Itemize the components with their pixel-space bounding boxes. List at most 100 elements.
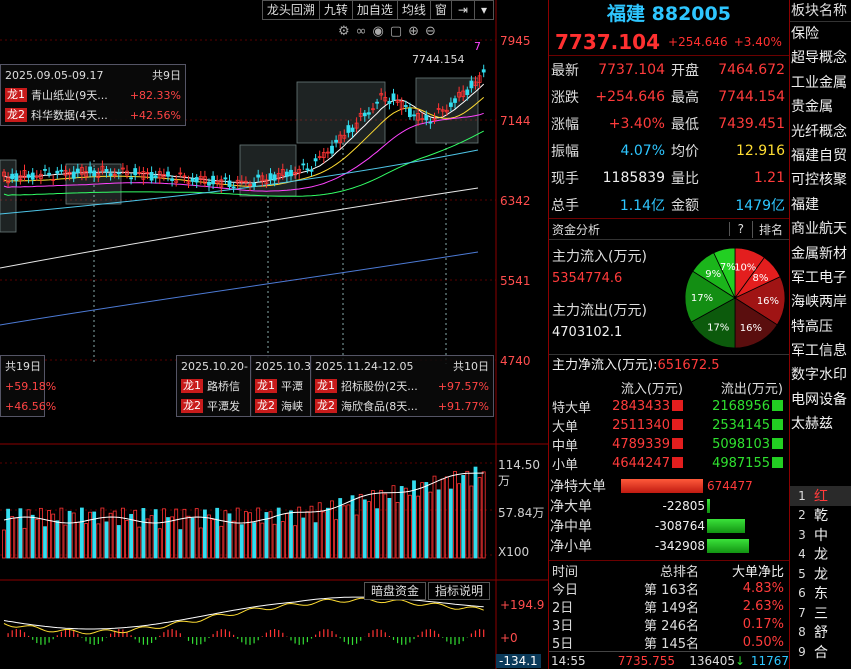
moving-average-button[interactable]: 均线 <box>398 1 431 19</box>
current-price: 7737.104 <box>555 29 661 54</box>
volume-bar <box>59 507 64 559</box>
stock-rank-item[interactable]: 4龙 <box>790 545 851 565</box>
volume-bar <box>395 502 400 559</box>
volume-bar <box>108 512 113 559</box>
volume-bar <box>301 517 306 559</box>
stock-rank-item[interactable]: 5龙 <box>790 564 851 584</box>
rank-position: 第 145名 <box>644 636 699 652</box>
dragon-retrace-button[interactable]: 龙头回溯 <box>263 1 320 19</box>
rank-number: 6 <box>798 586 806 601</box>
candle-body <box>59 169 64 172</box>
sector-list-item[interactable]: 福建 <box>790 193 851 217</box>
volume-bar <box>436 489 441 559</box>
stat-value: 4.07% <box>620 142 665 159</box>
dragon-annotation-card[interactable]: 2025.10.20- 龙1 路桥信 龙2 平潭发 <box>176 355 252 417</box>
price-axis-label: 6342 <box>500 194 531 208</box>
sector-list-item[interactable]: 军工电子 <box>790 266 851 290</box>
sector-list-item[interactable]: 光纤概念 <box>790 120 851 144</box>
dragon-tag: 龙1 <box>255 379 277 393</box>
dragon-stock-name[interactable]: 路桥信 <box>207 378 247 394</box>
help-icon[interactable]: ? <box>728 222 752 236</box>
sector-list-item[interactable]: 金属新材 <box>790 242 851 266</box>
dragon-annotation-card[interactable]: 2025.09.05-09.17 共9日 龙1 青山纸业(9天... +82.33% … <box>0 64 186 126</box>
candle-body <box>92 170 97 177</box>
stock-rank-item[interactable]: 9合 <box>790 642 851 662</box>
sector-list-item[interactable]: 电网设备 <box>790 388 851 412</box>
volume-bar <box>55 520 60 559</box>
dark-pool-button[interactable]: 暗盘资金 <box>363 582 426 600</box>
volume-bar <box>6 508 10 559</box>
sector-list-item[interactable]: 保险 <box>790 22 851 46</box>
sector-list-item[interactable]: 特高压 <box>790 315 851 339</box>
stat-value: 1185839 <box>602 169 665 186</box>
quote-stat-row: 涨幅 +3.40% 最低 7439.451 <box>549 110 789 137</box>
dragon-stock-name[interactable]: 青山纸业(9天... <box>31 87 126 103</box>
volume-bar <box>10 516 15 559</box>
dragon-stock-name[interactable]: 平潭 <box>281 378 307 394</box>
table-row: 2日 第 149名 2.63% <box>549 597 790 616</box>
candle-body <box>305 168 310 171</box>
settings-icon[interactable]: ⚙ <box>338 24 350 39</box>
stock-rank-item[interactable]: 3中 <box>790 525 851 545</box>
link-icon[interactable]: ∞ <box>356 24 367 39</box>
dragon-stock-gain: +91.77% <box>437 399 489 413</box>
volume-bar <box>43 526 47 559</box>
sector-list-item[interactable]: 太赫兹 <box>790 412 851 436</box>
dragon-stock-name[interactable]: 科华数据(4天... <box>31 107 126 123</box>
volume-bar <box>469 485 474 559</box>
eye-icon[interactable]: ◉ <box>373 24 384 39</box>
dragon-stock-name[interactable]: 招标股份(2天... <box>341 378 434 394</box>
window-button[interactable]: 窗 <box>431 1 452 19</box>
sector-list-item[interactable]: 商业航天 <box>790 217 851 241</box>
order-size-label: 特大单 <box>552 401 592 416</box>
volume-bar <box>342 505 347 559</box>
rank-button[interactable]: 排名 <box>751 220 789 238</box>
dragon-annotation-card[interactable]: 2025.10.3 龙1 平潭 龙2 海峡 <box>250 355 312 417</box>
candle-body <box>14 173 19 181</box>
sector-list-item[interactable]: 数字水印 <box>790 363 851 387</box>
volume-bar <box>284 513 289 559</box>
chevron-down-icon[interactable]: ▾ <box>475 1 493 19</box>
minus-icon[interactable]: ⊖ <box>425 24 436 39</box>
dragon-stock-name[interactable]: 海峡 <box>281 398 307 414</box>
nine-turn-button[interactable]: 九转 <box>320 1 353 19</box>
volume-bar <box>371 490 375 559</box>
dragon-annotation-card[interactable]: 共19日 +59.18% +46.56% <box>0 355 56 417</box>
pin-icon[interactable]: ⇥ <box>452 1 475 19</box>
dragon-stock-name[interactable]: 平潭发 <box>207 398 247 414</box>
sector-list-item[interactable]: 超导概念 <box>790 46 851 70</box>
rank-position: 第 163名 <box>644 582 699 598</box>
sector-list-item[interactable]: 海峡两岸 <box>790 290 851 314</box>
net-order-bar <box>621 479 703 493</box>
highlight-region <box>296 81 386 144</box>
candle-body <box>272 174 277 181</box>
candle-body <box>428 121 433 124</box>
dragon-annotation-card[interactable]: 2025.11.24-12.05 共10日 龙1 招标股份(2天... +97.57%… <box>310 355 494 417</box>
quote-stats: 最新 7737.104 开盘 7464.672 涨跌 +254.646 最高 7744.154… <box>549 56 789 218</box>
sector-list-item[interactable]: 可控核聚 <box>790 168 851 192</box>
volume-bar <box>252 522 257 559</box>
stock-rank-item[interactable]: 8舒 <box>790 623 851 643</box>
add-watchlist-button[interactable]: 加自选 <box>353 1 398 19</box>
outflow-swatch <box>772 457 783 468</box>
net-order-value: 674477 <box>707 479 753 493</box>
pie-slice-label: 17% <box>691 293 713 304</box>
stock-name: 舒 <box>814 625 828 642</box>
dragon-stock-name[interactable]: 海欣食品(8天... <box>341 398 434 414</box>
sector-list-item[interactable]: 贵金属 <box>790 95 851 119</box>
plus-icon[interactable]: ⊕ <box>408 24 419 39</box>
stock-rank-item[interactable]: 1红 <box>790 486 851 506</box>
sector-list-header[interactable]: 板块名称 <box>790 0 851 22</box>
volume-bar <box>116 525 121 559</box>
volume-bar <box>346 504 351 559</box>
sector-list-item[interactable]: 军工信息 <box>790 339 851 363</box>
volume-bar <box>137 526 142 559</box>
kline-chart-area[interactable]: 龙头回溯 九转 加自选 均线 窗 ⇥ ▾ ⚙ ∞ ◉ ▢ ⊕ ⊖ 7945 71… <box>0 0 548 669</box>
stock-rank-item[interactable]: 7三 <box>790 603 851 623</box>
sector-list-item[interactable]: 工业金属 <box>790 71 851 95</box>
square-icon[interactable]: ▢ <box>390 24 402 39</box>
sector-list-item[interactable]: 福建自贸 <box>790 144 851 168</box>
stock-rank-item[interactable]: 6东 <box>790 584 851 604</box>
stock-rank-item[interactable]: 2乾 <box>790 506 851 526</box>
indicator-help-button[interactable]: 指标说明 <box>427 582 490 600</box>
